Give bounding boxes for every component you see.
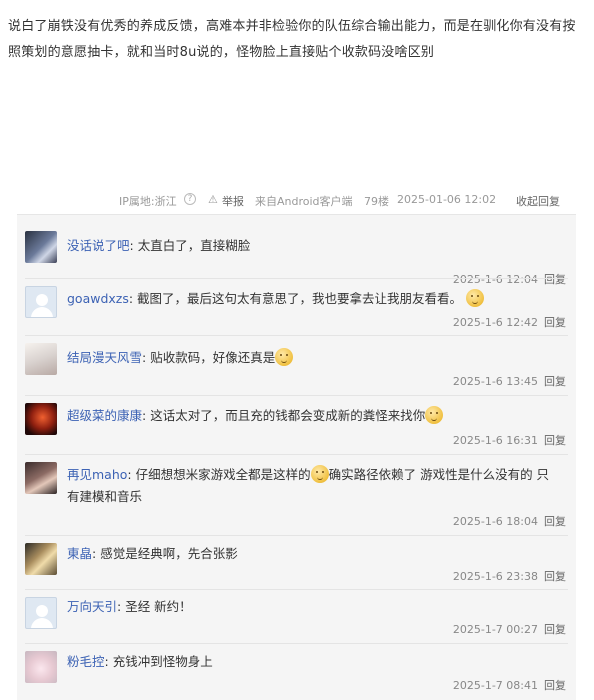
reply-time: 2025-1-7 00:27 <box>452 623 538 636</box>
reply-text: : 太直白了，直接糊脸 <box>129 238 251 253</box>
reply-button[interactable]: 回复 <box>544 375 566 388</box>
reply-button[interactable]: 回复 <box>544 570 566 583</box>
reply-username[interactable]: 没话说了吧 <box>67 238 130 253</box>
avatar[interactable] <box>25 543 57 575</box>
reply-text: : 这话太对了，而且充的钱都会变成新的粪怪来找你 <box>142 408 426 423</box>
avatar[interactable] <box>25 231 57 263</box>
floor-number: 79楼 <box>364 195 389 208</box>
report-link[interactable]: 举报 <box>222 193 244 209</box>
reply-username[interactable]: 万向天引 <box>67 599 117 614</box>
reply-button[interactable]: 回复 <box>544 623 566 636</box>
avatar[interactable] <box>25 286 57 318</box>
reply-time: 2025-1-6 12:04 <box>452 273 538 286</box>
smiley-emoji-icon <box>466 289 485 307</box>
smiley-emoji-icon <box>275 348 294 366</box>
reply-list: 没话说了吧: 太直白了，直接糊脸 2025-1-6 12:04 回复 goawdx… <box>17 214 576 700</box>
reply-button[interactable]: 回复 <box>544 515 566 528</box>
client-source: 来自Android客户端 <box>255 195 353 208</box>
reply-username[interactable]: 结局漫天风雪 <box>67 350 142 365</box>
post-datetime: 2025-01-06 12:02 <box>397 193 497 206</box>
reply-time: 2025-1-6 12:42 <box>452 316 538 329</box>
divider <box>25 278 568 279</box>
smiley-emoji-icon <box>310 465 329 483</box>
divider <box>25 643 568 644</box>
reply-username[interactable]: 粉毛控 <box>67 654 105 669</box>
reply-text: : 感觉是经典啊，先合张影 <box>92 546 238 561</box>
reply-button[interactable]: 回复 <box>544 273 566 286</box>
reply-time: 2025-1-7 08:41 <box>452 679 538 692</box>
reply-time: 2025-1-6 13:45 <box>452 375 538 388</box>
avatar[interactable] <box>25 343 57 375</box>
reply-button[interactable]: 回复 <box>544 679 566 692</box>
post-text: 说白了崩铁没有优秀的养成反馈，高难本并非检验你的队伍综合输出能力，而是在驯化你有… <box>8 19 576 60</box>
reply-username[interactable]: 東皛 <box>67 546 92 561</box>
reply-username[interactable]: 再见maho <box>67 467 127 482</box>
divider <box>25 454 568 455</box>
ip-location: IP属地:浙江 <box>119 195 177 208</box>
reply-button[interactable]: 回复 <box>544 316 566 329</box>
reply-time: 2025-1-6 23:38 <box>452 570 538 583</box>
divider <box>25 535 568 536</box>
divider <box>25 335 568 336</box>
reply-text: : 贴收款码，好像还真是 <box>142 350 276 365</box>
reply-time: 2025-1-6 16:31 <box>452 434 538 447</box>
post-meta-bar: IP属地:浙江 ? ⚠ 举报 来自Android客户端 79楼 2025-01-… <box>0 190 594 210</box>
reply-button[interactable]: 回复 <box>544 434 566 447</box>
reply-username[interactable]: goawdxzs <box>67 291 129 306</box>
avatar[interactable] <box>25 462 57 494</box>
reply-time: 2025-1-6 18:04 <box>452 515 538 528</box>
smiley-emoji-icon <box>425 406 444 424</box>
avatar[interactable] <box>25 403 57 435</box>
avatar[interactable] <box>25 597 57 629</box>
help-icon[interactable]: ? <box>184 193 196 205</box>
reply-text: : 仔细想想米家游戏全都是这样的 <box>127 467 311 482</box>
divider <box>25 395 568 396</box>
reply-text: : 充钱冲到怪物身上 <box>104 654 213 669</box>
reply-username[interactable]: 超级菜的康康 <box>67 408 142 423</box>
avatar[interactable] <box>25 651 57 683</box>
divider <box>25 589 568 590</box>
reply-text: : 截图了，最后这句太有意思了，我也要拿去让我朋友看看。 <box>128 291 463 306</box>
collapse-replies-link[interactable]: 收起回复 <box>516 193 560 209</box>
reply-text: : 圣经 新约！ <box>117 599 192 614</box>
warning-icon: ⚠ <box>208 193 218 206</box>
